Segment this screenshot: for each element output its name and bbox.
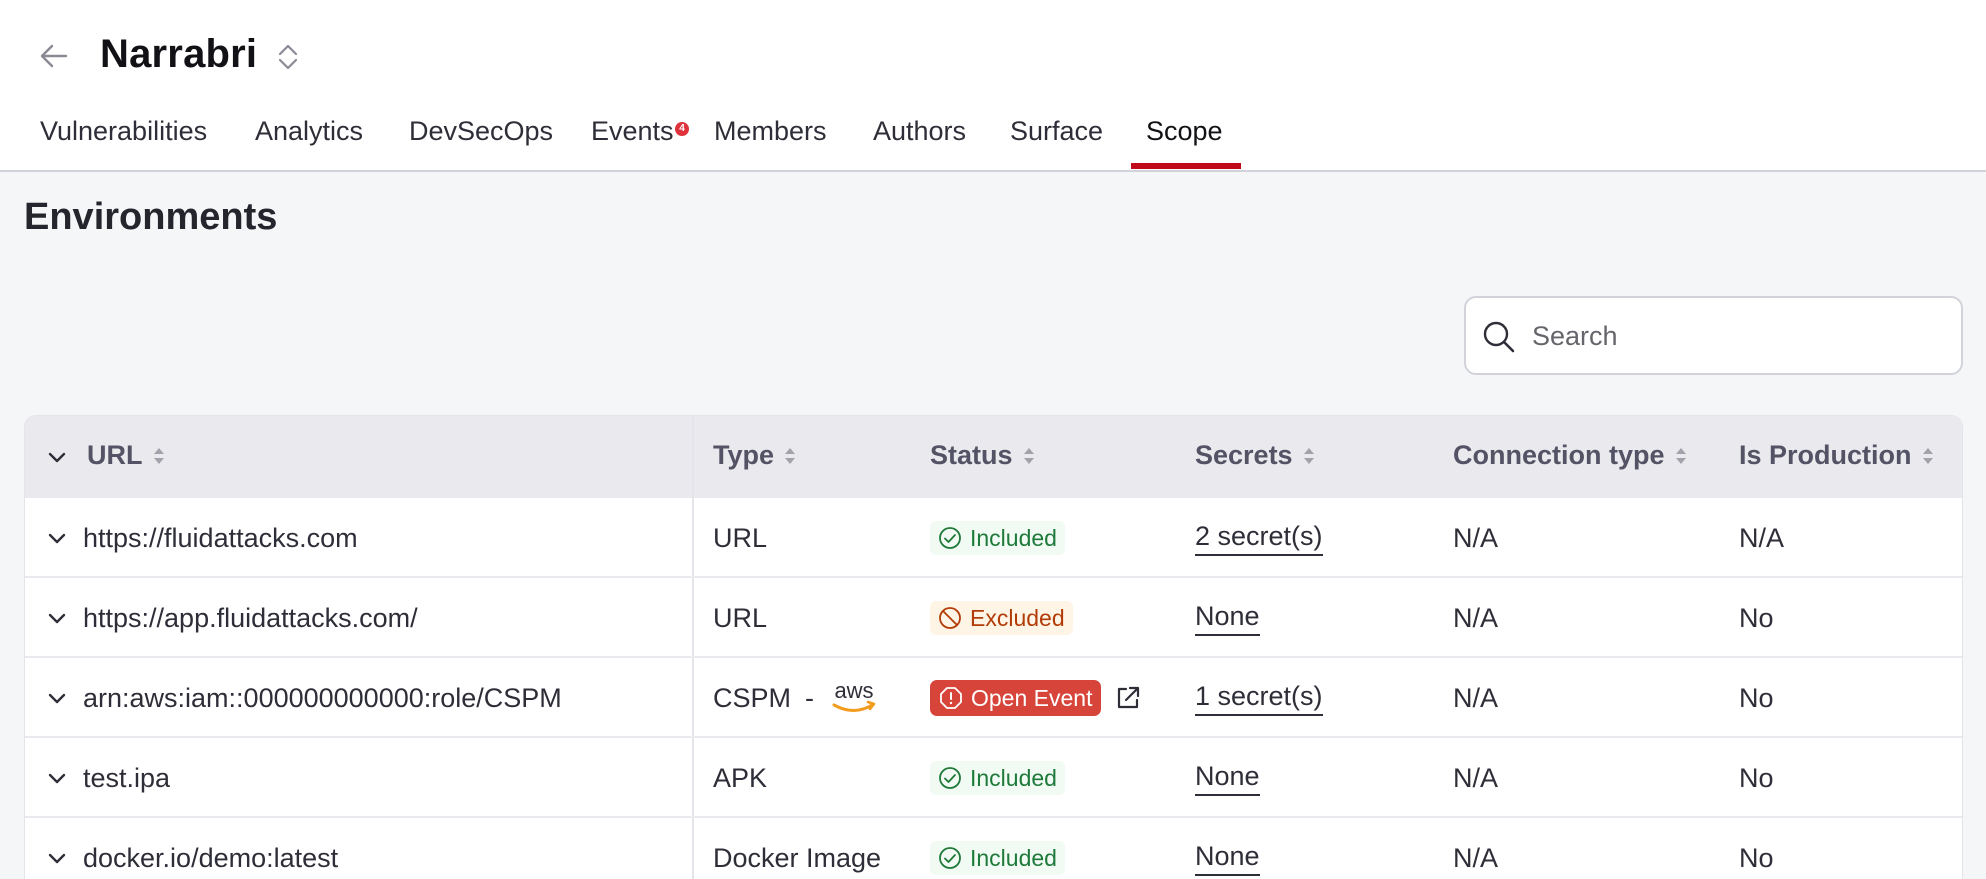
cell-status: Included	[930, 498, 1065, 578]
cell-status: Included	[930, 738, 1065, 818]
cell-url: arn:aws:iam::000000000000:role/CSPM	[83, 682, 562, 713]
sort-icon[interactable]	[782, 444, 798, 468]
tab-members[interactable]: Members	[714, 108, 827, 170]
table-row[interactable]: docker.io/demo:latest Docker Image Inclu…	[25, 818, 1962, 879]
cell-secrets: None	[1195, 578, 1260, 658]
tab-authors[interactable]: Authors	[873, 108, 966, 170]
cell-url: docker.io/demo:latest	[83, 842, 339, 873]
table-row[interactable]: arn:aws:iam::000000000000:role/CSPM CSPM…	[25, 658, 1962, 738]
tab-vulnerabilities[interactable]: Vulnerabilities	[40, 108, 207, 170]
expand-all-chevron-icon[interactable]	[45, 445, 69, 469]
back-arrow-icon[interactable]	[36, 38, 72, 74]
cell-is-production: N/A	[1739, 522, 1785, 553]
check-circle-icon	[939, 847, 961, 869]
status-badge: Included	[930, 841, 1065, 875]
secrets-link[interactable]: None	[1195, 761, 1260, 796]
tab-events[interactable]: Events	[591, 108, 674, 170]
cell-connection-type: N/A	[1453, 842, 1499, 873]
expand-row-chevron-icon[interactable]	[45, 766, 69, 790]
cell-secrets: None	[1195, 818, 1260, 879]
secrets-link[interactable]: None	[1195, 601, 1260, 636]
cell-secrets: 1 secret(s)	[1195, 658, 1323, 738]
sort-icon[interactable]	[1920, 444, 1936, 468]
status-badge: Included	[930, 761, 1065, 795]
secrets-link[interactable]: 2 secret(s)	[1195, 521, 1323, 556]
alert-octagon-icon	[940, 687, 962, 709]
tab-surface[interactable]: Surface	[1010, 108, 1103, 170]
cell-url: https://app.fluidattacks.com/	[83, 602, 418, 633]
environments-table: URL Type Status Secrets Connection type …	[24, 415, 1963, 879]
cell-secrets: 2 secret(s)	[1195, 498, 1323, 578]
column-header-status[interactable]: Status	[930, 440, 1037, 471]
column-header-url[interactable]: URL	[87, 440, 167, 471]
expand-row-chevron-icon[interactable]	[45, 686, 69, 710]
cell-status: Included	[930, 818, 1065, 879]
secrets-link[interactable]: 1 secret(s)	[1195, 681, 1323, 716]
expand-row-chevron-icon[interactable]	[45, 606, 69, 630]
table-row[interactable]: https://app.fluidattacks.com/ URL Exclud…	[25, 578, 1962, 658]
search-box[interactable]	[1464, 296, 1963, 375]
cell-url: test.ipa	[83, 762, 171, 793]
events-badge: 4	[675, 122, 689, 136]
tab-devsecops[interactable]: DevSecOps	[409, 108, 553, 170]
search-input[interactable]	[1532, 316, 1942, 356]
section-heading: Environments	[24, 196, 278, 238]
cell-is-production: No	[1739, 602, 1774, 633]
secrets-link[interactable]: None	[1195, 841, 1260, 876]
top-bar: Narrabri Vulnerabilities Analytics DevSe…	[0, 0, 1986, 172]
check-circle-icon	[939, 767, 961, 789]
cell-connection-type: N/A	[1453, 602, 1499, 633]
cell-status: Excluded	[930, 578, 1073, 658]
status-badge: Excluded	[930, 601, 1073, 635]
check-circle-icon	[939, 527, 961, 549]
cell-connection-type: N/A	[1453, 762, 1499, 793]
cell-url: https://fluidattacks.com	[83, 522, 358, 553]
expand-row-chevron-icon[interactable]	[45, 846, 69, 870]
tab-analytics[interactable]: Analytics	[255, 108, 363, 170]
cell-status: Open Event	[930, 658, 1143, 738]
aws-logo-icon: aws	[832, 678, 876, 712]
cell-secrets: None	[1195, 738, 1260, 818]
column-header-is-production[interactable]: Is Production	[1739, 440, 1936, 471]
search-icon	[1483, 321, 1515, 353]
cell-type: CSPM - aws	[713, 658, 880, 738]
cell-is-production: No	[1739, 762, 1774, 793]
expand-row-chevron-icon[interactable]	[45, 526, 69, 550]
table-row[interactable]: https://fluidattacks.com URL Included 2 …	[25, 498, 1962, 578]
cell-is-production: No	[1739, 682, 1774, 713]
page-title: Narrabri	[100, 32, 258, 76]
svg-text:aws: aws	[834, 678, 873, 703]
external-link-icon[interactable]	[1113, 683, 1143, 713]
cell-type: URL	[713, 522, 768, 553]
tab-scope[interactable]: Scope	[1146, 108, 1223, 170]
table-row[interactable]: test.ipa APK Included None N/A No	[25, 738, 1962, 818]
sort-icon[interactable]	[151, 444, 167, 468]
cell-type: APK	[713, 762, 768, 793]
switch-group-icon[interactable]	[274, 40, 302, 74]
cell-connection-type: N/A	[1453, 682, 1499, 713]
active-tab-indicator	[1131, 163, 1241, 169]
cell-type: URL	[713, 602, 768, 633]
column-header-connection-type[interactable]: Connection type	[1453, 440, 1689, 471]
sort-icon[interactable]	[1673, 444, 1689, 468]
prohibited-icon	[939, 607, 961, 629]
sort-icon[interactable]	[1021, 444, 1037, 468]
cell-connection-type: N/A	[1453, 522, 1499, 553]
column-header-type[interactable]: Type	[713, 440, 798, 471]
status-badge: Included	[930, 521, 1065, 555]
sort-icon[interactable]	[1301, 444, 1317, 468]
cell-type: Docker Image	[713, 842, 882, 873]
column-header-secrets[interactable]: Secrets	[1195, 440, 1317, 471]
status-badge[interactable]: Open Event	[930, 680, 1102, 716]
cell-is-production: No	[1739, 842, 1774, 873]
